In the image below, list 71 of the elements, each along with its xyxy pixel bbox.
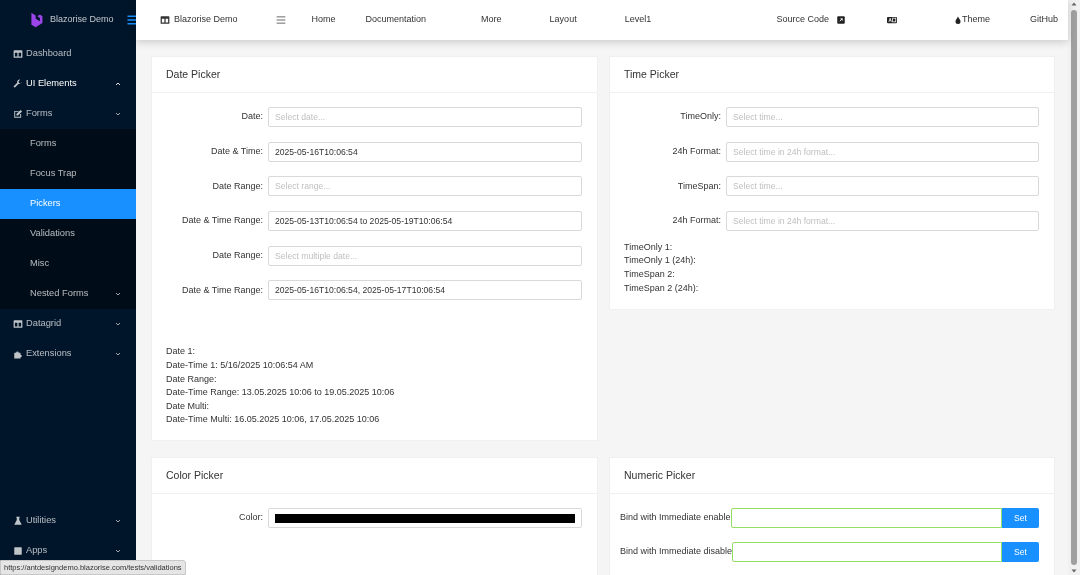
external-link-icon[interactable] [835, 15, 846, 25]
result-text: Date Multi: [166, 399, 210, 413]
scroll-up-icon [1070, 0, 1078, 8]
result-text: Date Range: [166, 372, 218, 386]
color-field[interactable] [268, 508, 582, 528]
field-label: 24h Format: [671, 144, 722, 158]
flask-icon [13, 516, 23, 526]
table-icon [13, 49, 23, 59]
nav-link[interactable]: Source Code [776, 13, 829, 27]
input-field[interactable]: 2025-05-13T10:06:54 to 2025-05-19T10:06:54 [268, 211, 582, 232]
scrollbar[interactable] [1068, 0, 1080, 575]
result-text: TimeOnly 1: [624, 240, 674, 254]
result-text: TimeOnly 1 (24h): [624, 254, 697, 268]
edit-icon [13, 109, 23, 119]
sidebar-item[interactable]: Focus Trap [0, 159, 136, 189]
puzzle-icon [13, 349, 23, 359]
nav-link[interactable]: Level1 [624, 13, 652, 27]
field-label: Date Range: [211, 179, 264, 193]
scroll-down-icon [1070, 567, 1078, 575]
nav-link[interactable]: Documentation [365, 13, 427, 27]
sidebar-item[interactable]: Forms [0, 129, 136, 159]
field-label: Date Range: [211, 249, 264, 262]
sidebar-item[interactable]: Misc [0, 249, 136, 279]
app-icon [13, 546, 23, 556]
sidebar-item[interactable]: UI Elements [0, 69, 136, 99]
sidebar-item[interactable]: Validations [0, 219, 136, 249]
nav-link[interactable]: Layout [549, 13, 577, 27]
app-title: Blazorise Demo [50, 12, 114, 26]
sidebar-item[interactable]: Extensions [0, 339, 136, 369]
result-text: TimeSpan 2: [624, 267, 676, 281]
language-icon[interactable] [885, 15, 898, 25]
result-text: Date-Time 1: 5/16/2025 10:06:54 AM [166, 359, 315, 373]
sidebar-item[interactable]: Nested Forms [0, 279, 136, 309]
field-label: Date: [240, 110, 264, 124]
brand-link[interactable]: Blazorise Demo [174, 13, 238, 27]
result-text: Date 1: [166, 345, 197, 359]
field-label: Date & Time Range: [180, 214, 264, 228]
wrench-icon [13, 79, 23, 89]
nav-link[interactable]: GitHub [1030, 13, 1058, 27]
logo-icon [28, 10, 44, 29]
sidebar-item[interactable]: Forms [0, 99, 136, 129]
card-title: Color Picker [166, 467, 224, 483]
sidebar-item[interactable]: Datagrid [0, 309, 136, 339]
input-field[interactable]: Select range... [268, 176, 582, 197]
field-label: Date & Time Range: [180, 283, 264, 297]
nav-link[interactable]: More [481, 13, 502, 27]
input-field[interactable]: 2025-05-16T10:06:54 [268, 141, 582, 162]
field-label: TimeOnly: [679, 110, 722, 124]
result-text: Date-Time Range: 13.05.2025 10:06 to 19.05.2025 10:06 [166, 386, 396, 400]
nav-link[interactable]: Home [311, 13, 336, 27]
sidebar-item[interactable]: Dashboard [0, 39, 136, 69]
table-icon [160, 15, 170, 25]
number-field[interactable] [732, 542, 1003, 562]
menu-icon[interactable] [125, 13, 138, 26]
drop-icon [953, 15, 962, 25]
card-title: Date Picker [166, 66, 221, 82]
field-label: Date & Time: [209, 144, 264, 158]
card-title: Numeric Picker [624, 467, 696, 483]
input-field[interactable]: 2025-05-16T10:06:54, 2025-05-17T10:06:54 [268, 280, 582, 301]
field-label: Color: [238, 511, 264, 525]
field-label: TimeSpan: [676, 179, 722, 193]
table-icon [13, 319, 23, 329]
sidebar-item[interactable]: Utilities [0, 506, 136, 536]
number-field[interactable] [730, 508, 1003, 528]
result-text: Date-Time Multi: 16.05.2025 10:06, 17.05.2025 10:06 [166, 413, 381, 427]
card-title: Time Picker [624, 66, 680, 82]
theme-link[interactable]: Theme [961, 13, 990, 27]
field-label: Bind with Immediate disable [620, 545, 733, 559]
field-label: Bind with Immediate enable [620, 511, 731, 525]
field-label: 24h Format: [671, 214, 722, 228]
result-text: TimeSpan 2 (24h): [624, 281, 700, 295]
